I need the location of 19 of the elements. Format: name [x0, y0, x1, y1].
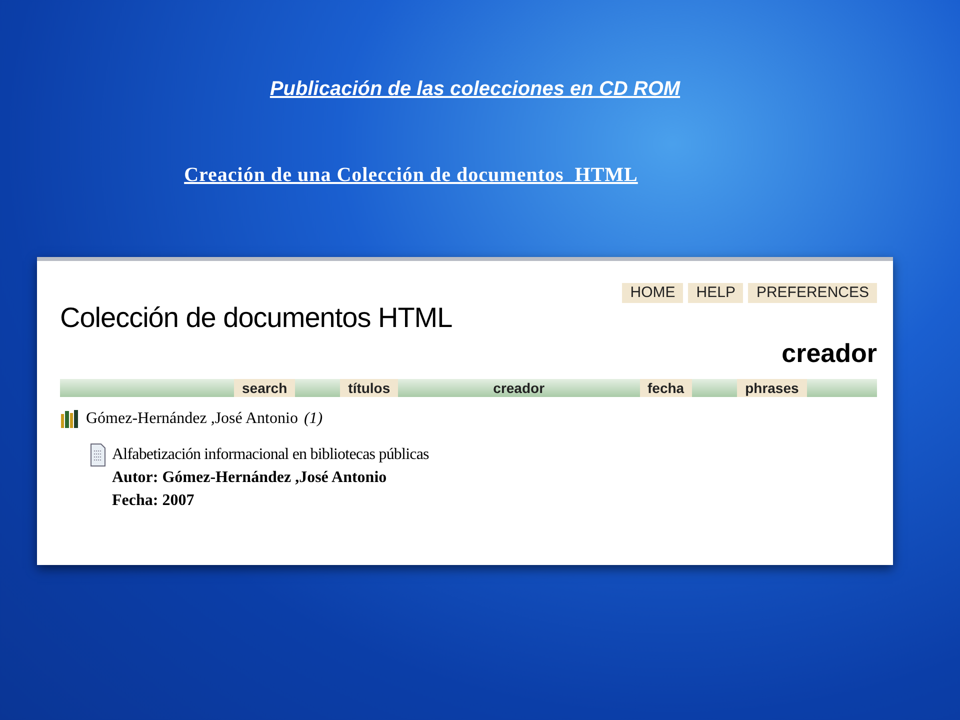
- slide-subtitle: Creación de una Colección de documentos HTML: [184, 163, 638, 188]
- document-icon[interactable]: [90, 443, 106, 467]
- tab[interactable]: search: [234, 379, 296, 397]
- document-title[interactable]: Alfabetización informacional en bibliotecas públicas: [112, 443, 429, 466]
- slide-title: Publicación de las colecciones en CD ROM: [270, 77, 680, 102]
- tab[interactable]: phrases: [737, 379, 807, 397]
- tab[interactable]: fecha: [640, 379, 692, 397]
- books-icon: [60, 410, 80, 428]
- document-author: Autor: Gómez-Hernández ,José Antonio: [112, 468, 388, 488]
- nav-link[interactable]: PREFERENCES: [748, 283, 877, 303]
- author-group-link[interactable]: Gómez-Hernández ,José Antonio: [86, 407, 298, 431]
- tab[interactable]: creador: [443, 379, 595, 397]
- collection-title: Colección de documentos HTML: [60, 301, 452, 335]
- document-count: (1): [304, 409, 323, 429]
- page-heading: creador: [782, 337, 877, 369]
- nav-link[interactable]: HOME: [622, 283, 684, 303]
- tab[interactable]: títulos: [340, 379, 398, 397]
- nav-link[interactable]: HELP: [688, 283, 744, 303]
- document-date: Fecha: 2007: [112, 491, 196, 511]
